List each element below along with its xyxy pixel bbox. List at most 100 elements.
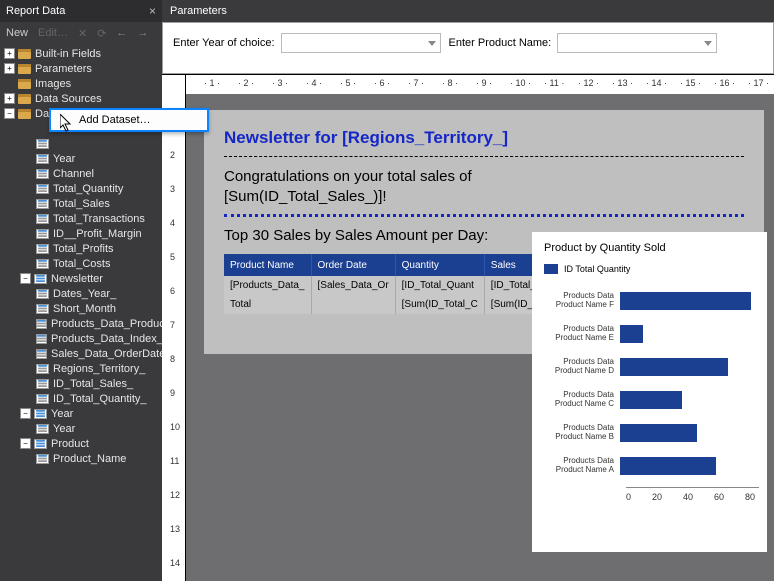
- bar-label: Products Data Product Name E: [540, 325, 620, 343]
- tree-field-id-total-sales[interactable]: ID_Total_Sales_: [0, 376, 162, 391]
- tree-field-products-data-index[interactable]: Products_Data_Index_: [0, 331, 162, 346]
- folder-icon: [18, 64, 31, 74]
- param-year-group: Enter Year of choice:: [173, 33, 441, 53]
- tree-node-builtin[interactable]: +Built-in Fields: [0, 46, 162, 61]
- parameters-strip: Enter Year of choice: Enter Product Name…: [162, 22, 774, 74]
- param-year-label: Enter Year of choice:: [173, 37, 275, 49]
- dataset-icon: [34, 439, 47, 449]
- field-icon: [36, 424, 49, 434]
- field-icon: [36, 454, 49, 464]
- param-product-select[interactable]: [557, 33, 717, 53]
- tree-field-total-sales[interactable]: Total_Sales: [0, 196, 162, 211]
- menu-add-dataset[interactable]: Add Dataset…: [51, 110, 207, 130]
- field-icon: [36, 364, 49, 374]
- bar-row: Products Data Product Name D: [540, 358, 759, 376]
- refresh-icon: ⟳: [97, 27, 106, 40]
- bar-fill: [620, 292, 751, 310]
- panel-header: Report Data ×: [0, 0, 162, 22]
- tree-field-total-quantity[interactable]: Total_Quantity: [0, 181, 162, 196]
- tree-dataset-year[interactable]: −Year: [0, 406, 162, 421]
- bar-row: Products Data Product Name A: [540, 457, 759, 475]
- parameters-title: Parameters: [170, 5, 227, 17]
- field-icon: [36, 184, 49, 194]
- chart-title: Product by Quantity Sold: [544, 242, 759, 254]
- folder-icon: [18, 109, 31, 119]
- folder-icon: [18, 79, 31, 89]
- field-icon: [36, 199, 49, 209]
- tree-node-datasources[interactable]: +Data Sources: [0, 91, 162, 106]
- newsletter-title[interactable]: Newsletter for [Regions_Territory_]: [224, 128, 744, 157]
- tree-field-profit-margin[interactable]: ID__Profit_Margin: [0, 226, 162, 241]
- sales-table[interactable]: Product Name Order Date Quantity Sales […: [224, 254, 568, 314]
- field-icon: [36, 154, 49, 164]
- bar-row: Products Data Product Name C: [540, 391, 759, 409]
- bar-label: Products Data Product Name B: [540, 424, 620, 442]
- tree-field[interactable]: x: [0, 136, 162, 151]
- table-row[interactable]: [Products_Data_ [Sales_Data_Or [ID_Total…: [224, 276, 567, 295]
- field-icon: [36, 289, 49, 299]
- parameters-header: Parameters: [162, 0, 774, 22]
- tree-dataset-product[interactable]: −Product: [0, 436, 162, 451]
- th-orderdate[interactable]: Order Date: [311, 254, 395, 276]
- tree-field-short-month[interactable]: Short_Month: [0, 301, 162, 316]
- field-icon: [36, 349, 47, 359]
- tree-field-products-data-product[interactable]: Products_Data_Product…: [0, 316, 162, 331]
- field-icon: [36, 319, 47, 329]
- tree-node-images[interactable]: +Images: [0, 76, 162, 91]
- tree-field-total-profits[interactable]: Total_Profits: [0, 241, 162, 256]
- panel-title: Report Data: [6, 5, 65, 17]
- param-product-group: Enter Product Name:: [449, 33, 718, 53]
- tree-field-year[interactable]: Year: [0, 151, 162, 166]
- bar-label: Products Data Product Name D: [540, 358, 620, 376]
- bar-label: Products Data Product Name A: [540, 457, 620, 475]
- th-product[interactable]: Product Name: [224, 254, 311, 276]
- th-quantity[interactable]: Quantity: [395, 254, 484, 276]
- horizontal-ruler: · 1 ·· 2 ·· 3 ·· 4 ·· 5 ·· 6 ·· 7 ·· 8 ·…: [162, 74, 774, 94]
- report-page[interactable]: Newsletter for [Regions_Territory_] Cong…: [204, 110, 764, 354]
- chart-legend: ID Total Quantity: [544, 264, 759, 274]
- tree-field-total-costs[interactable]: Total_Costs: [0, 256, 162, 271]
- field-icon: [36, 304, 49, 314]
- field-icon: [36, 139, 49, 149]
- congrats-text[interactable]: Congratulations on your total sales of […: [224, 167, 744, 217]
- tree-field-channel[interactable]: Channel: [0, 166, 162, 181]
- bar-label: Products Data Product Name F: [540, 292, 620, 310]
- tree-field-regions-territory[interactable]: Regions_Territory_: [0, 361, 162, 376]
- field-icon: [36, 379, 49, 389]
- tree-dataset-newsletter[interactable]: −Newsletter: [0, 271, 162, 286]
- new-button[interactable]: New: [6, 27, 28, 39]
- bar-fill: [620, 358, 728, 376]
- tree-field-dates-year[interactable]: Dates_Year_: [0, 286, 162, 301]
- chart-panel[interactable]: Product by Quantity Sold ID Total Quanti…: [532, 232, 767, 552]
- field-icon: [36, 394, 49, 404]
- folder-icon: [18, 94, 31, 104]
- tree-field-product-name[interactable]: Product_Name: [0, 451, 162, 466]
- field-icon: [36, 259, 49, 269]
- field-icon: [36, 334, 47, 344]
- delete-icon: ✕: [78, 27, 87, 40]
- chart-x-axis: 020406080: [626, 487, 759, 502]
- tree-field-sales-data-orderdate[interactable]: Sales_Data_OrderDate_…: [0, 346, 162, 361]
- field-icon: [36, 229, 49, 239]
- dataset-icon: [34, 274, 47, 284]
- bar-label: Products Data Product Name C: [540, 391, 620, 409]
- field-icon: [36, 169, 49, 179]
- design-canvas[interactable]: Newsletter for [Regions_Territory_] Cong…: [186, 94, 774, 581]
- tree-field-id-total-quantity[interactable]: ID_Total_Quantity_: [0, 391, 162, 406]
- bar-fill: [620, 325, 643, 343]
- bar-fill: [620, 391, 682, 409]
- field-icon: [36, 244, 49, 254]
- tree-field-year2[interactable]: Year: [0, 421, 162, 436]
- dataset-icon: [34, 409, 47, 419]
- up-icon: [116, 27, 127, 39]
- bar-row: Products Data Product Name E: [540, 325, 759, 343]
- bar-fill: [620, 457, 716, 475]
- tree-node-parameters[interactable]: +Parameters: [0, 61, 162, 76]
- table-row[interactable]: Total [Sum(ID_Total_C [Sum(ID_Total_: [224, 295, 567, 314]
- bar-fill: [620, 424, 697, 442]
- tree-field-total-transactions[interactable]: Total_Transactions: [0, 211, 162, 226]
- close-icon[interactable]: ×: [149, 4, 156, 18]
- param-year-select[interactable]: [281, 33, 441, 53]
- field-icon: [36, 214, 49, 224]
- down-icon: [137, 27, 148, 39]
